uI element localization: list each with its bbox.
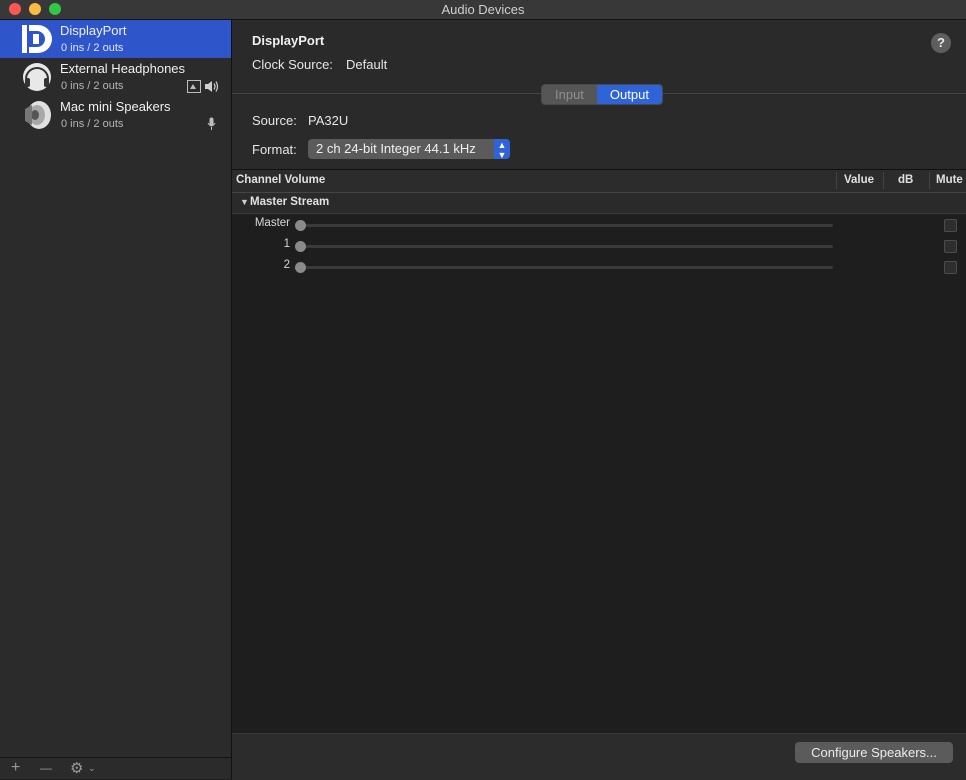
table-header: Channel Volume Value dB Mute — [232, 170, 966, 193]
device-title: DisplayPort — [252, 33, 325, 48]
device-detail-panel: DisplayPort Clock Source: Default ? Inpu… — [232, 20, 966, 780]
volume-slider-track[interactable] — [300, 224, 833, 227]
speaker-icon — [205, 81, 219, 92]
device-item-displayport[interactable]: DisplayPort 0 ins / 2 outs — [0, 20, 231, 58]
column-channel-volume[interactable]: Channel Volume — [236, 174, 325, 186]
microphone-icon — [207, 117, 216, 130]
column-divider — [836, 172, 837, 189]
bottom-bar: Configure Speakers... — [232, 733, 966, 780]
device-name: DisplayPort — [60, 23, 127, 38]
title-bar: Audio Devices — [0, 0, 966, 20]
finder-icon — [187, 80, 201, 93]
source-label: Source: — [252, 113, 297, 128]
volume-slider-knob[interactable] — [295, 220, 306, 231]
io-segmented-control: Input Output — [541, 84, 663, 105]
channel-label: Master — [254, 217, 290, 229]
gear-icon[interactable]: ⚙ — [70, 759, 83, 777]
headphones-icon — [23, 63, 51, 91]
format-label: Format: — [252, 142, 297, 157]
mute-checkbox[interactable] — [944, 219, 957, 232]
channel-label: 1 — [283, 238, 290, 250]
configure-speakers-button[interactable]: Configure Speakers... — [795, 742, 953, 763]
audio-devices-window: Audio Devices DisplayPort 0 ins / 2 outs… — [0, 0, 966, 780]
device-name: External Headphones — [60, 61, 186, 76]
source-value: PA32U — [308, 113, 349, 128]
displayport-icon — [22, 25, 52, 53]
format-select[interactable]: 2 ch 24-bit Integer 44.1 kHz ▲ ▼ — [308, 139, 510, 160]
group-label: Master Stream — [250, 196, 330, 208]
channel-row-2: 2 — [232, 256, 966, 277]
remove-device-button[interactable]: — — [40, 761, 52, 775]
tab-input[interactable]: Input — [542, 85, 597, 104]
window-title: Audio Devices — [441, 2, 525, 17]
clock-source-value[interactable]: Default — [346, 57, 387, 72]
column-value[interactable]: Value — [844, 174, 874, 186]
chevron-down-icon[interactable]: ⌄ — [88, 763, 96, 774]
device-io: 0 ins / 2 outs — [61, 42, 124, 54]
sidebar-footer: + — ⚙ ⌄ — [0, 757, 231, 779]
device-sidebar: DisplayPort 0 ins / 2 outs External Head… — [0, 20, 232, 779]
channel-label: 2 — [283, 259, 290, 271]
column-divider — [929, 172, 930, 189]
device-name: Mac mini Speakers — [60, 99, 171, 114]
tab-output[interactable]: Output — [596, 85, 662, 104]
clock-source-label: Clock Source: — [252, 57, 333, 72]
format-value: 2 ch 24-bit Integer 44.1 kHz — [316, 141, 476, 156]
column-db[interactable]: dB — [898, 174, 913, 186]
disclosure-triangle-icon[interactable]: ▼ — [240, 197, 249, 207]
volume-slider-track[interactable] — [300, 245, 833, 248]
device-io: 0 ins / 2 outs — [61, 80, 124, 92]
master-stream-group[interactable]: ▼ Master Stream — [232, 193, 966, 214]
device-item-external-headphones[interactable]: External Headphones 0 ins / 2 outs — [0, 58, 231, 96]
column-mute[interactable]: Mute — [936, 174, 963, 186]
column-divider — [883, 172, 884, 189]
volume-slider-knob[interactable] — [295, 241, 306, 252]
mute-checkbox[interactable] — [944, 261, 957, 274]
help-button[interactable]: ? — [931, 33, 951, 53]
channel-volume-table: Channel Volume Value dB Mute ▼ Master St… — [232, 169, 966, 733]
channel-row-1: 1 — [232, 235, 966, 256]
add-device-button[interactable]: + — [11, 759, 20, 777]
device-io: 0 ins / 2 outs — [61, 118, 124, 130]
speaker-cone-icon — [25, 101, 51, 129]
chevron-updown-icon: ▲ ▼ — [494, 139, 510, 160]
channel-row-master: Master — [232, 214, 966, 235]
volume-slider-track[interactable] — [300, 266, 833, 269]
volume-slider-knob[interactable] — [295, 262, 306, 273]
mute-checkbox[interactable] — [944, 240, 957, 253]
device-item-mac-mini-speakers[interactable]: Mac mini Speakers 0 ins / 2 outs — [0, 96, 231, 134]
